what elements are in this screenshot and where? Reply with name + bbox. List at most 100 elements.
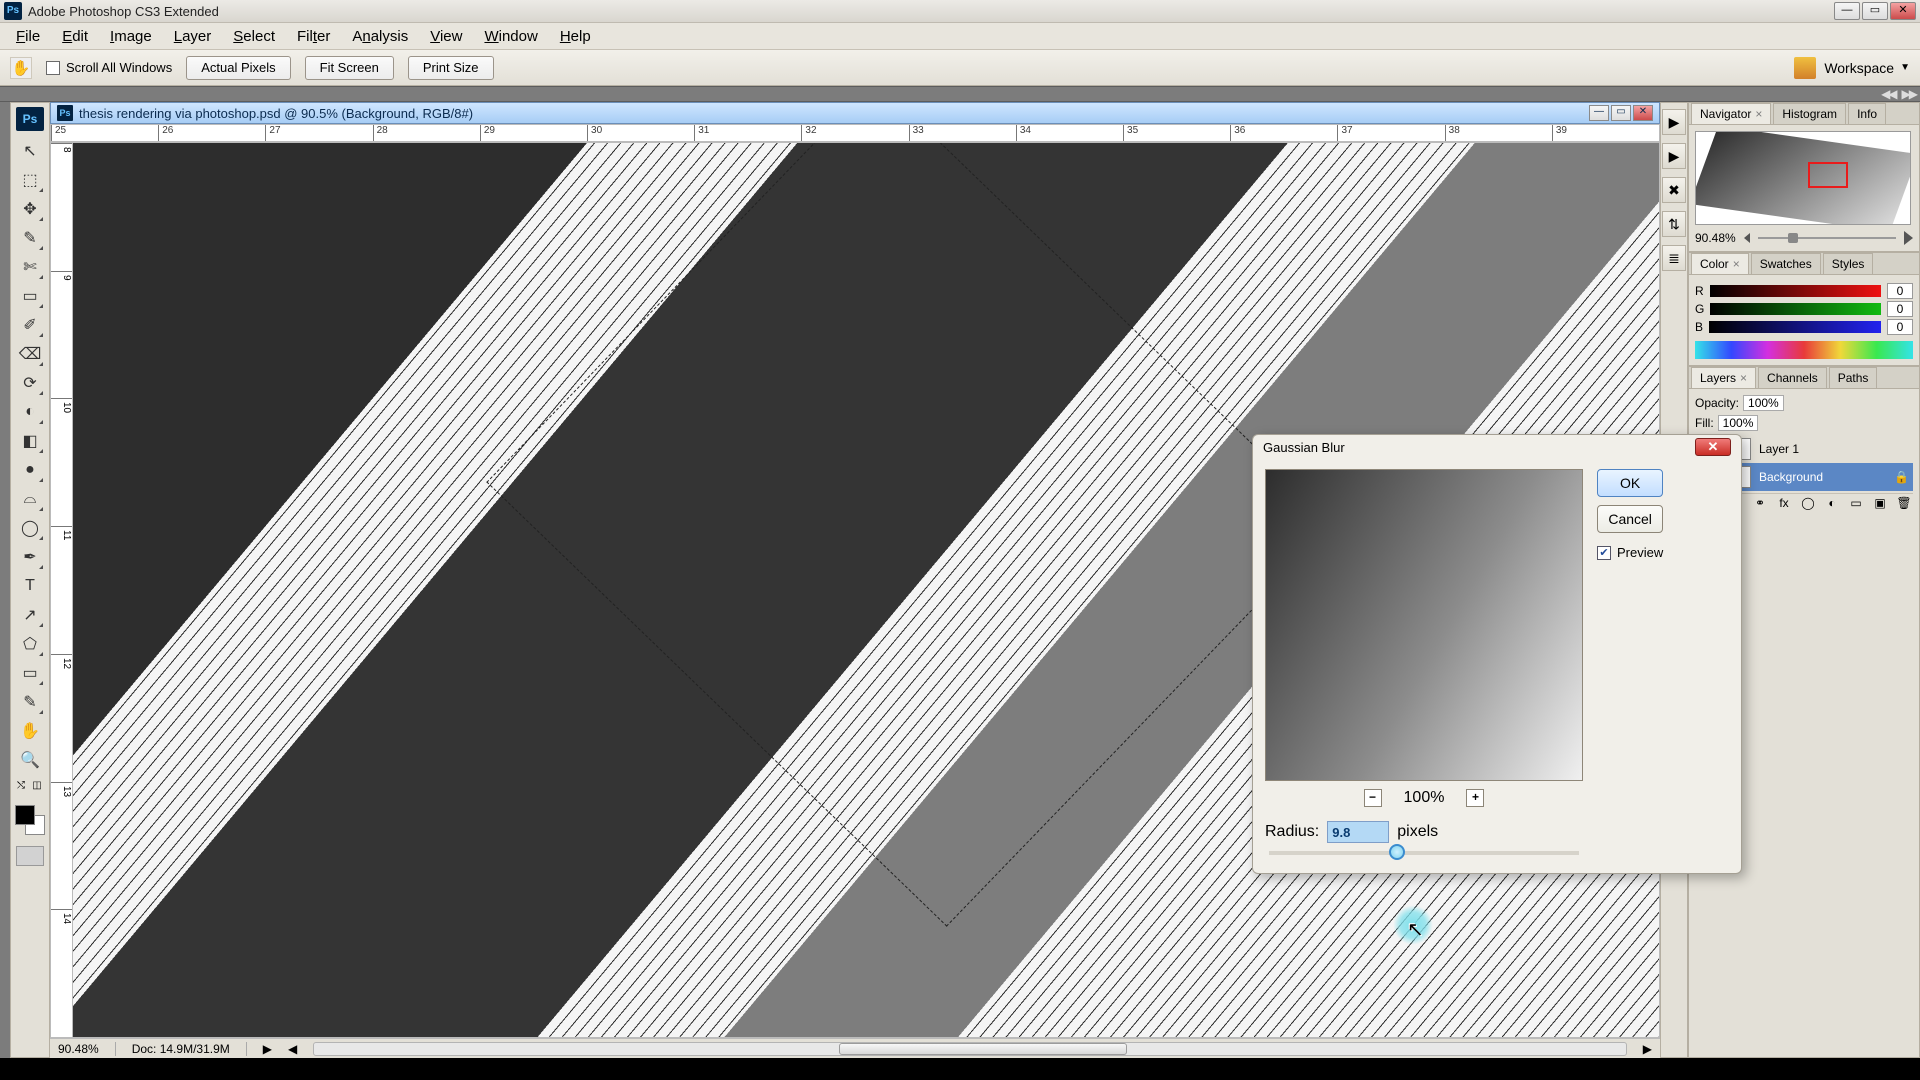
status-zoom[interactable]: 90.48% (58, 1042, 99, 1056)
move-tool[interactable]: ↖ (16, 138, 44, 164)
menu-view[interactable]: View (420, 26, 472, 47)
tab-navigator[interactable]: Navigator× (1691, 103, 1771, 124)
radius-slider-knob[interactable] (1389, 844, 1405, 860)
zoom-out-icon[interactable] (1744, 233, 1750, 243)
foreground-background-swatch[interactable] (15, 805, 45, 835)
stamp-tool[interactable]: ⟳ (16, 370, 44, 396)
blur-tool[interactable]: ⌓ (16, 486, 44, 512)
new-group-icon[interactable]: ▭ (1847, 496, 1865, 512)
shape-tool[interactable]: ⬠ (16, 631, 44, 657)
scroll-right-icon[interactable]: ▶ (1643, 1042, 1652, 1056)
color-channel-g[interactable]: G0 (1695, 301, 1913, 317)
workspace-dropdown[interactable]: Workspace ▼ (1824, 60, 1910, 76)
menu-select[interactable]: Select (223, 26, 285, 47)
radius-input[interactable] (1327, 821, 1389, 843)
scroll-left-icon[interactable]: ◀ (288, 1042, 297, 1056)
marquee-tool[interactable]: ⬚ (16, 167, 44, 193)
dock-button-3[interactable]: ✖ (1662, 177, 1686, 203)
preview-zoom-out-button[interactable]: − (1364, 789, 1382, 807)
cancel-button[interactable]: Cancel (1597, 505, 1663, 533)
quick-mask-toggle[interactable] (16, 846, 44, 866)
dialog-close-button[interactable]: ✕ (1695, 438, 1731, 456)
expand-arrow-icon[interactable]: ▶▶ (1902, 87, 1916, 101)
layer-mask-icon[interactable]: ◯ (1799, 496, 1817, 512)
color-channel-b[interactable]: B0 (1695, 319, 1913, 335)
document-title-bar[interactable]: Ps thesis rendering via photoshop.psd @ … (50, 102, 1660, 124)
dialog-preview[interactable] (1265, 469, 1583, 781)
menu-file[interactable]: File (6, 26, 50, 47)
tab-histogram[interactable]: Histogram (1773, 103, 1846, 124)
horizontal-scrollbar[interactable] (313, 1042, 1627, 1056)
swap-default-colors[interactable]: ⤭◫ (15, 780, 45, 796)
layer-fx-icon[interactable]: fx (1775, 496, 1793, 512)
zoom-tool[interactable]: 🔍 (16, 747, 44, 773)
brush-tool[interactable]: ⌫ (16, 341, 44, 367)
radius-slider[interactable] (1269, 851, 1579, 855)
document-maximize-button[interactable]: ▭ (1611, 105, 1631, 121)
link-layers-icon[interactable]: ⚭ (1751, 496, 1769, 512)
color-channel-r[interactable]: R0 (1695, 283, 1913, 299)
dock-button-5[interactable]: ≣ (1662, 245, 1686, 271)
status-arrow-icon[interactable]: ▶ (263, 1042, 272, 1056)
new-layer-icon[interactable]: ▣ (1871, 496, 1889, 512)
pen-tool[interactable]: ✒ (16, 544, 44, 570)
gradient-tool[interactable]: ● (16, 457, 44, 483)
zoom-in-icon[interactable] (1904, 231, 1913, 245)
dock-button-4[interactable]: ⇅ (1662, 211, 1686, 237)
go-to-bridge-icon[interactable] (1794, 57, 1816, 79)
tab-layers[interactable]: Layers× (1691, 367, 1756, 388)
history-brush-tool[interactable]: ◐ (16, 399, 44, 425)
menu-image[interactable]: Image (100, 26, 162, 47)
dock-button-1[interactable]: ▶ (1662, 109, 1686, 135)
layer-fill[interactable]: Fill:100% (1695, 415, 1758, 431)
hand-tool[interactable]: ✋ (16, 718, 44, 744)
window-close-button[interactable]: ✕ (1890, 2, 1916, 20)
quick-select-tool[interactable]: ✎ (16, 225, 44, 251)
ok-button[interactable]: OK (1597, 469, 1663, 497)
eyedropper-tool[interactable]: ✎ (16, 689, 44, 715)
menu-layer[interactable]: Layer (164, 26, 222, 47)
document-minimize-button[interactable]: — (1589, 105, 1609, 121)
adjustment-layer-icon[interactable]: ◐ (1823, 496, 1841, 512)
eraser-tool[interactable]: ◧ (16, 428, 44, 454)
preview-zoom-in-button[interactable]: + (1466, 789, 1484, 807)
navigator-thumbnail[interactable] (1695, 131, 1911, 225)
navigator-viewport-box[interactable] (1808, 162, 1848, 188)
tab-styles[interactable]: Styles (1823, 253, 1874, 274)
notes-tool[interactable]: ▭ (16, 660, 44, 686)
menu-analysis[interactable]: Analysis (342, 26, 418, 47)
window-maximize-button[interactable]: ▭ (1862, 2, 1888, 20)
tab-info[interactable]: Info (1848, 103, 1886, 124)
healing-tool[interactable]: ✐ (16, 312, 44, 338)
tab-paths[interactable]: Paths (1829, 367, 1878, 388)
document-close-button[interactable]: ✕ (1633, 105, 1653, 121)
dialog-title-bar[interactable]: Gaussian Blur ✕ (1253, 435, 1741, 459)
crop-tool[interactable]: ✄ (16, 254, 44, 280)
tab-swatches[interactable]: Swatches (1751, 253, 1821, 274)
layer-opacity[interactable]: Opacity:100% (1695, 395, 1784, 411)
lasso-tool[interactable]: ✥ (16, 196, 44, 222)
tab-channels[interactable]: Channels (1758, 367, 1827, 388)
delete-layer-icon[interactable]: 🗑 (1895, 496, 1913, 512)
window-minimize-button[interactable]: — (1834, 2, 1860, 20)
dodge-tool[interactable]: ◯ (16, 515, 44, 541)
actual-pixels-button[interactable]: Actual Pixels (186, 56, 290, 80)
color-ramp[interactable] (1695, 341, 1913, 359)
menu-filter[interactable]: Filter (287, 26, 340, 47)
path-select-tool[interactable]: ↗ (16, 602, 44, 628)
menu-help[interactable]: Help (550, 26, 601, 47)
slice-tool[interactable]: ▭ (16, 283, 44, 309)
scroll-all-windows-checkbox[interactable]: Scroll All Windows (46, 60, 172, 75)
print-size-button[interactable]: Print Size (408, 56, 494, 80)
menu-window[interactable]: Window (474, 26, 547, 47)
fit-screen-button[interactable]: Fit Screen (305, 56, 394, 80)
preview-checkbox[interactable]: ✔Preview (1597, 545, 1663, 560)
navigator-zoom-value[interactable]: 90.48% (1695, 231, 1736, 245)
type-tool[interactable]: T (16, 573, 44, 599)
dock-button-2[interactable]: ▶ (1662, 143, 1686, 169)
tab-color[interactable]: Color× (1691, 253, 1749, 274)
navigator-zoom-slider[interactable] (1758, 237, 1896, 239)
collapse-arrow-icon[interactable]: ◀◀ (1881, 87, 1895, 101)
menu-edit[interactable]: Edit (52, 26, 98, 47)
gaussian-blur-dialog[interactable]: Gaussian Blur ✕ − 100% + Radius: pixels … (1252, 434, 1742, 874)
